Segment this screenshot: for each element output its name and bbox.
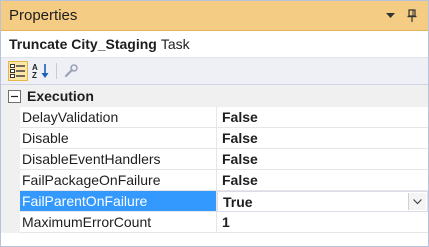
object-name: Truncate City_Staging — [9, 36, 157, 52]
toolbar-separator — [56, 63, 57, 79]
property-pages-icon[interactable] — [61, 61, 81, 81]
property-grid: Execution DelayValidation False Disable … — [1, 85, 428, 233]
triangle-down-icon[interactable] — [382, 8, 398, 24]
property-value[interactable]: 1 — [217, 212, 428, 233]
categorized-icon[interactable] — [8, 61, 28, 81]
property-row[interactable]: MaximumErrorCount 1 — [1, 212, 428, 233]
properties-window: Properties Truncate City_Staging Task A … — [0, 0, 429, 247]
property-row[interactable]: FailPackageOnFailure False — [1, 170, 428, 191]
row-gutter — [1, 107, 20, 128]
property-value-dropdown[interactable]: True — [217, 191, 428, 212]
category-label: Execution — [27, 88, 94, 104]
svg-text:Z: Z — [32, 71, 37, 79]
property-name[interactable]: DisableEventHandlers — [20, 149, 217, 170]
property-value: True — [223, 193, 253, 210]
property-name[interactable]: MaximumErrorCount — [20, 212, 217, 233]
property-name[interactable]: FailPackageOnFailure — [20, 170, 217, 191]
row-gutter — [1, 191, 20, 212]
property-value[interactable]: False — [217, 128, 428, 149]
property-row[interactable]: Disable False — [1, 128, 428, 149]
object-type: Task — [160, 36, 190, 52]
pushpin-icon[interactable] — [404, 8, 420, 24]
property-name[interactable]: FailParentOnFailure — [20, 191, 217, 212]
collapse-icon[interactable] — [8, 89, 21, 103]
property-row-selected[interactable]: FailParentOnFailure True — [1, 191, 428, 212]
window-title: Properties — [9, 7, 78, 24]
category-execution[interactable]: Execution — [1, 85, 428, 107]
property-name[interactable]: DelayValidation — [20, 107, 217, 128]
alphabetical-icon[interactable]: A Z — [31, 61, 51, 81]
property-value[interactable]: False — [217, 170, 428, 191]
row-gutter — [1, 128, 20, 149]
row-gutter — [1, 170, 20, 191]
property-name[interactable]: Disable — [20, 128, 217, 149]
property-value[interactable]: False — [217, 107, 428, 128]
property-value[interactable]: False — [217, 149, 428, 170]
row-gutter — [1, 149, 20, 170]
row-gutter — [1, 212, 20, 233]
object-selector[interactable]: Truncate City_Staging Task — [1, 31, 428, 57]
property-row[interactable]: DelayValidation False — [1, 107, 428, 128]
chevron-down-icon[interactable] — [408, 193, 426, 210]
title-bar: Properties — [1, 1, 428, 31]
property-row[interactable]: DisableEventHandlers False — [1, 149, 428, 170]
properties-toolbar: A Z — [1, 57, 428, 85]
